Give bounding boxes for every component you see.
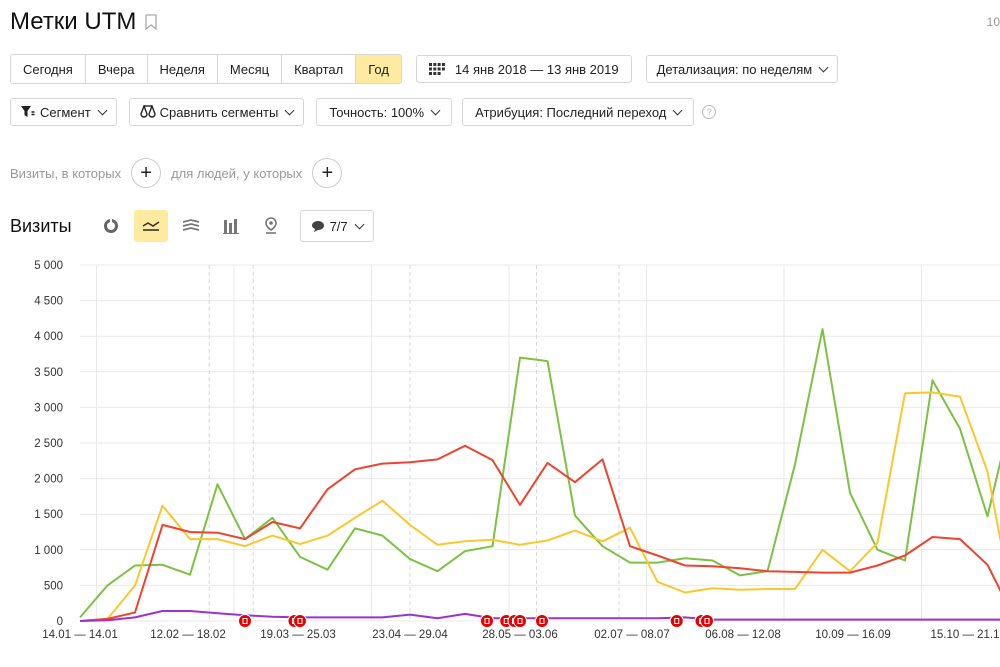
bookmark-icon[interactable] bbox=[145, 13, 158, 35]
comment-icon bbox=[311, 220, 325, 233]
period-selector: Сегодня Вчера Неделя Месяц Квартал Год bbox=[10, 54, 402, 84]
series-line-red bbox=[79, 444, 1000, 622]
period-today-button[interactable]: Сегодня bbox=[11, 55, 86, 83]
help-icon[interactable]: ? bbox=[702, 105, 717, 119]
period-toolbar: Сегодня Вчера Неделя Месяц Квартал Год 1… bbox=[10, 54, 839, 84]
line-chart-view-button[interactable] bbox=[133, 210, 168, 242]
x-tick-label: 02.07 — 08.07 bbox=[594, 629, 669, 641]
bar-chart-view-button[interactable] bbox=[214, 210, 248, 242]
pie-chart-view-button[interactable] bbox=[94, 210, 128, 242]
calendar-icon bbox=[428, 63, 445, 75]
period-year-button[interactable]: Год bbox=[356, 55, 401, 83]
period-month-button[interactable]: Месяц bbox=[217, 55, 283, 83]
visits-filter-label: Визиты, в которых bbox=[10, 165, 122, 181]
series-line-green bbox=[79, 328, 1000, 619]
visits-line-chart: 5 000 4 500 4 000 3 500 3 000 2 500 2 000 1 500… bbox=[34, 260, 1000, 641]
x-tick-label: 06.08 — 12.08 bbox=[705, 629, 780, 641]
corner-text: 10 bbox=[986, 15, 1000, 29]
chevron-down-icon bbox=[97, 105, 108, 115]
filter-row: Визиты, в которых + для людей, у которых… bbox=[10, 158, 352, 188]
pie-chart-icon bbox=[103, 218, 118, 233]
attribution-label: Атрибуция: Последний переход bbox=[475, 104, 667, 120]
attribution-dropdown[interactable]: Атрибуция: Последний переход bbox=[462, 98, 695, 126]
segment-toolbar: Сегмент Сравнить сегменты Точность: 100%… bbox=[10, 98, 717, 126]
y-tick-label: 1 000 bbox=[34, 545, 63, 557]
x-tick-label: 14.01 — 14.01 bbox=[42, 629, 117, 641]
chart-title: Визиты bbox=[10, 215, 72, 236]
accuracy-dropdown[interactable]: Точность: 100% bbox=[316, 98, 453, 126]
y-tick-label: 2 500 bbox=[34, 438, 63, 450]
x-tick-label: 28.05 — 03.06 bbox=[482, 629, 557, 641]
annotation-marker[interactable] bbox=[238, 614, 252, 628]
y-tick-label: 0 bbox=[57, 616, 63, 628]
series-line-yellow bbox=[79, 391, 1000, 622]
chevron-down-icon bbox=[430, 105, 441, 115]
chevron-down-icon bbox=[354, 219, 365, 229]
annotation-marker[interactable] bbox=[669, 614, 684, 628]
x-tick-label: 19.03 — 25.03 bbox=[260, 629, 335, 641]
period-yesterday-button[interactable]: Вчера bbox=[85, 55, 148, 83]
series-count: 7/7 bbox=[329, 218, 348, 234]
y-tick-label: 4 500 bbox=[34, 296, 63, 308]
accuracy-label: Точность: 100% bbox=[329, 104, 425, 120]
detail-label: Детализация: по неделям bbox=[656, 61, 813, 77]
y-tick-label: 500 bbox=[44, 580, 63, 592]
filter-icon bbox=[21, 106, 35, 118]
map-pin-icon bbox=[264, 217, 277, 234]
x-tick-label: 23.04 — 29.04 bbox=[372, 629, 448, 641]
stacked-area-icon bbox=[182, 219, 199, 231]
period-quarter-button[interactable]: Квартал bbox=[282, 55, 357, 83]
annotation-marker[interactable] bbox=[700, 614, 714, 628]
chevron-down-icon bbox=[284, 105, 295, 115]
bar-chart-icon bbox=[222, 219, 239, 234]
chevron-down-icon bbox=[818, 62, 829, 72]
chart-header: Визиты 7/7 bbox=[10, 210, 374, 242]
y-tick-label: 3 500 bbox=[34, 367, 63, 379]
compare-label: Сравнить сегменты bbox=[159, 104, 279, 120]
title-row: Метки UTM bbox=[10, 6, 158, 38]
add-visit-condition-button[interactable]: + bbox=[131, 158, 162, 188]
date-range-button[interactable]: 14 янв 2018 — 13 янв 2019 bbox=[415, 55, 632, 83]
detail-dropdown[interactable]: Детализация: по неделям bbox=[645, 55, 839, 83]
y-tick-label: 4 000 bbox=[34, 331, 63, 343]
line-chart-icon bbox=[142, 221, 160, 231]
segment-dropdown[interactable]: Сегмент bbox=[10, 98, 117, 126]
period-week-button[interactable]: Неделя bbox=[147, 55, 218, 83]
y-tick-label: 2 000 bbox=[34, 474, 63, 486]
y-tick-label: 1 500 bbox=[34, 509, 63, 521]
people-filter-label: для людей, у которых bbox=[171, 165, 303, 181]
x-tick-label: 10.09 — 16.09 bbox=[815, 629, 890, 641]
x-tick-label: 15.10 — 21.1 bbox=[930, 629, 999, 641]
chevron-down-icon bbox=[672, 105, 683, 115]
annotation-marker[interactable] bbox=[513, 614, 527, 628]
x-tick-label: 12.02 — 18.02 bbox=[150, 629, 225, 641]
compare-segments-dropdown[interactable]: Сравнить сегменты bbox=[128, 98, 305, 126]
series-dropdown[interactable]: 7/7 bbox=[299, 210, 374, 242]
page-title: Метки UTM bbox=[10, 8, 137, 35]
compare-icon bbox=[139, 105, 156, 119]
annotation-marker[interactable] bbox=[480, 614, 494, 628]
y-tick-label: 5 000 bbox=[34, 260, 63, 272]
date-range-label: 14 янв 2018 — 13 янв 2019 bbox=[454, 61, 619, 77]
map-view-button[interactable] bbox=[254, 210, 288, 242]
annotation-marker[interactable] bbox=[535, 614, 549, 628]
area-chart-view-button[interactable] bbox=[174, 210, 208, 242]
y-tick-label: 3 000 bbox=[34, 402, 63, 414]
add-people-condition-button[interactable]: + bbox=[312, 158, 343, 188]
annotation-marker[interactable] bbox=[293, 614, 307, 628]
segment-label: Сегмент bbox=[40, 104, 91, 120]
